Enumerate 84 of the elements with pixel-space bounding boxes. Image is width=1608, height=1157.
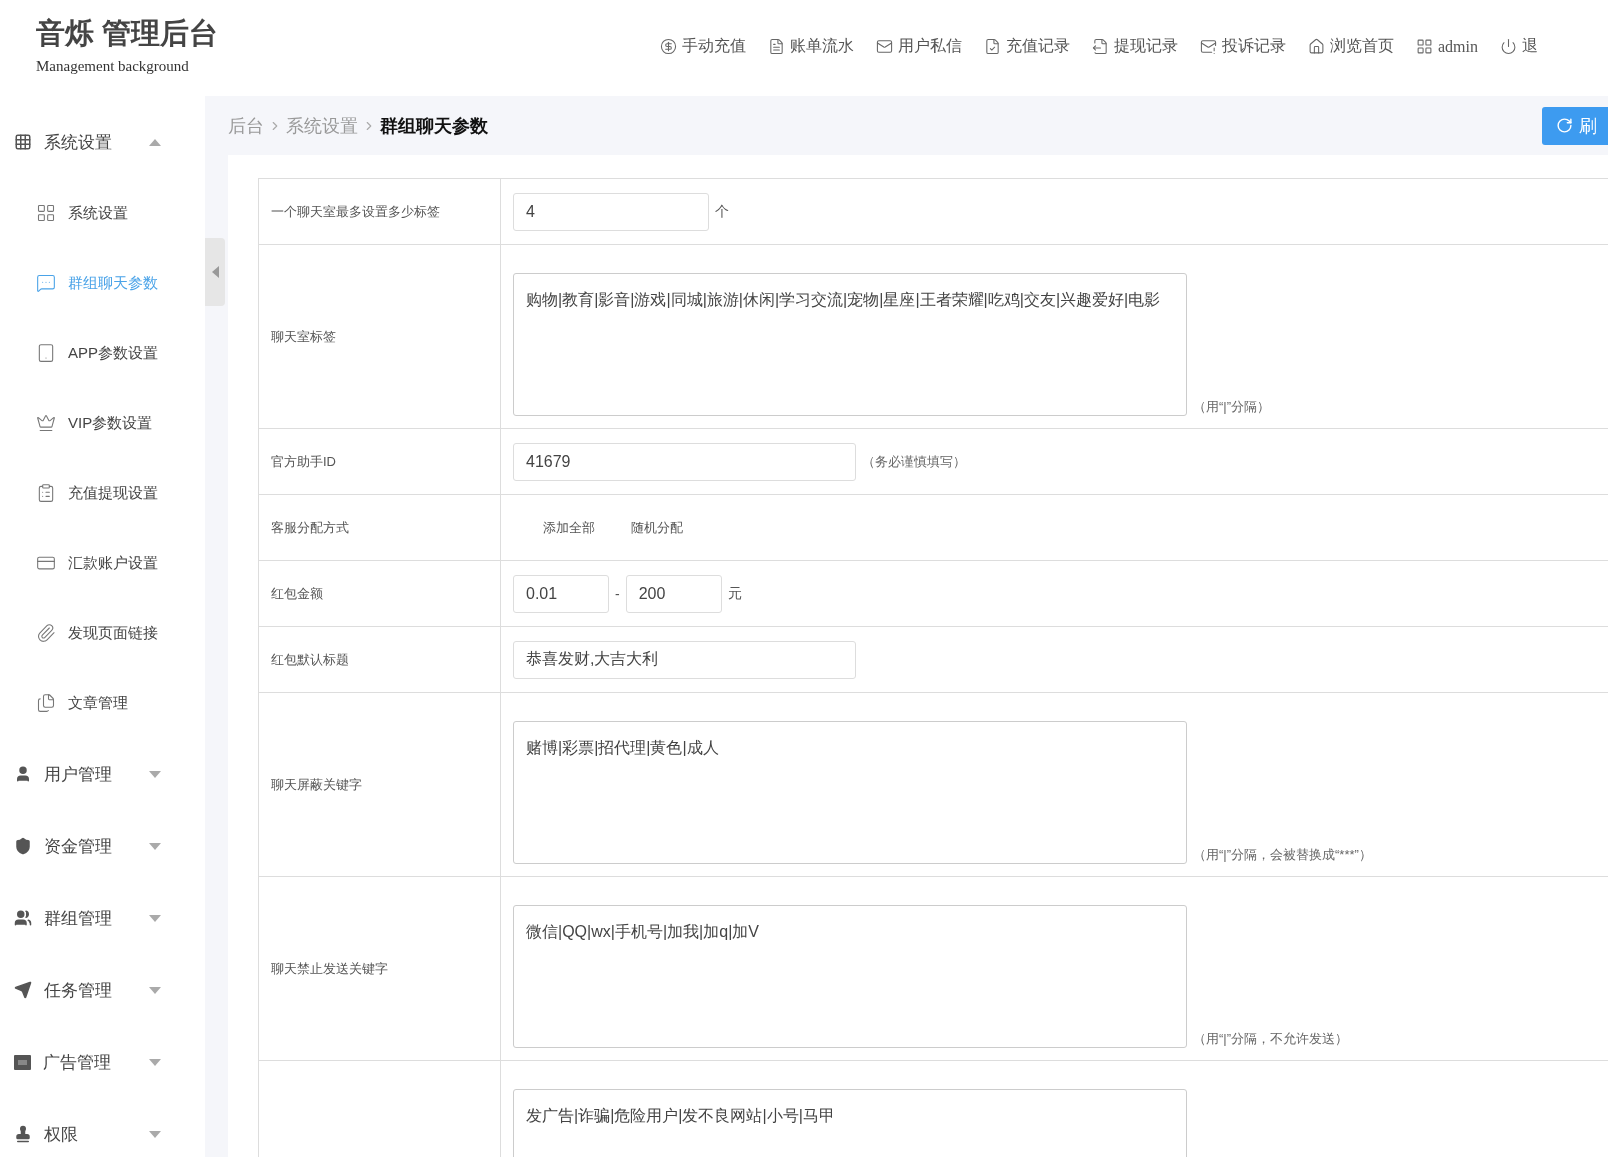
sidebar-item[interactable]: 文章管理 (0, 668, 205, 738)
group-icon (14, 1054, 31, 1070)
sidebar-group[interactable]: 广告管理 (0, 1026, 205, 1098)
nav-icon (660, 38, 677, 55)
group-label: 权限 (44, 1123, 78, 1146)
text-area[interactable]: 发广告|诈骗|危险用户|发不良网站|小号|马甲 (513, 1089, 1187, 1157)
group-label: 群组管理 (44, 907, 112, 930)
field-label: 官方助手ID (259, 429, 501, 494)
sidebar-item[interactable]: 汇款账户设置 (0, 528, 205, 598)
text-field[interactable]: 41679 (513, 442, 856, 481)
sidebar-group[interactable]: 用户管理 (0, 738, 205, 810)
text-area[interactable]: 微信|QQ|wx|手机号|加我|加q|加V (513, 905, 1187, 1048)
option-label[interactable]: 随机分配 (631, 518, 683, 537)
sidebar-group[interactable]: 任务管理 (0, 954, 205, 1026)
group-label: 任务管理 (44, 979, 112, 1002)
text-area[interactable]: 购物|教育|影音|游戏|同城|旅游|休闲|学习交流|宠物|星座|王者荣耀|吃鸡|交友|兴趣爱好|电影 (513, 273, 1187, 416)
group-label: 系统设置 (44, 131, 112, 154)
breadcrumb-item: 群组聊天参数 (380, 114, 488, 138)
nav-icon (1092, 38, 1109, 55)
sidebar-item[interactable]: 充值提现设置 (0, 458, 205, 528)
text-area[interactable]: 赌博|彩票|招代理|黄色|成人 (513, 721, 1187, 864)
field-label: 红包金额 (259, 561, 501, 626)
sidebar-item[interactable]: APP参数设置 (0, 318, 205, 388)
unit-label: 元 (727, 584, 742, 603)
sidebar-item[interactable]: 系统设置 (0, 178, 205, 248)
sidebar-group[interactable]: 群组管理 (0, 882, 205, 954)
group-icon (14, 909, 32, 927)
nav-icon (876, 38, 893, 55)
nav-link[interactable]: 退 (1500, 36, 1538, 57)
unit-label: 个 (715, 202, 729, 221)
collapse-tab[interactable] (205, 238, 225, 306)
nav-icon (1416, 38, 1433, 55)
menu-icon (36, 483, 56, 503)
number-field[interactable]: 0.01 (513, 574, 609, 613)
logo-subtitle: Management background (36, 58, 190, 75)
nav-link[interactable]: 提现记录 (1092, 36, 1178, 57)
group-icon (14, 837, 32, 855)
nav-icon (1500, 38, 1517, 55)
field-hint: （用“|”分隔，不允许发送） (1193, 1030, 1349, 1048)
nav-icon (984, 38, 1001, 55)
nav-link[interactable]: 投诉记录 (1200, 36, 1286, 57)
option-label[interactable]: 添加全部 (543, 518, 595, 537)
text-field[interactable]: 恭喜发财,大吉大利 (513, 640, 856, 679)
sidebar-group[interactable]: 系统设置 (0, 106, 205, 178)
group-label: 资金管理 (44, 835, 112, 858)
menu-icon (36, 343, 56, 363)
menu-icon (36, 623, 56, 643)
field-hint: （务必谨慎填写） (862, 452, 966, 471)
number-field[interactable]: 200 (625, 574, 722, 613)
group-icon (14, 981, 32, 999)
nav-icon (1308, 38, 1325, 55)
field-label: 聊天禁止发送关键字 (259, 877, 501, 1060)
field-label: 红包默认标题 (259, 627, 501, 692)
field-label: 一个聊天室最多设置多少标签 (259, 179, 501, 244)
nav-link[interactable]: 账单流水 (768, 36, 854, 57)
nav-link[interactable]: 充值记录 (984, 36, 1070, 57)
field-hint: （用“|”分隔，会被替换成“***”） (1193, 846, 1372, 864)
nav-link[interactable]: 手动充值 (660, 36, 746, 57)
field-label: 聊天屏蔽关键字 (259, 693, 501, 876)
sidebar-group[interactable]: 权限 (0, 1098, 205, 1157)
field-label: 客服分配方式 (259, 495, 501, 560)
range-separator: - (615, 585, 620, 602)
group-icon (14, 133, 32, 151)
group-label: 广告管理 (43, 1051, 111, 1074)
refresh-icon (1556, 117, 1573, 134)
group-icon (14, 765, 32, 783)
menu-icon (36, 203, 56, 223)
field-label: 聊天室标签 (259, 245, 501, 428)
group-label: 用户管理 (44, 763, 112, 786)
sidebar-item[interactable]: VIP参数设置 (0, 388, 205, 458)
menu-icon (36, 413, 56, 433)
number-field[interactable]: 4 (513, 192, 709, 231)
menu-icon (36, 693, 56, 713)
field-hint: （用“|”分隔） (1193, 398, 1271, 416)
nav-link[interactable]: 用户私信 (876, 36, 962, 57)
nav-link[interactable]: 浏览首页 (1308, 36, 1394, 57)
menu-icon (36, 273, 56, 293)
sidebar-group[interactable]: 资金管理 (0, 810, 205, 882)
nav-icon (768, 38, 785, 55)
sidebar-item[interactable]: 发现页面链接 (0, 598, 205, 668)
logo-title: 音烁 管理后台 (36, 16, 220, 51)
nav-icon (1200, 38, 1217, 55)
group-icon (14, 1125, 32, 1143)
nav-link[interactable]: admin (1416, 36, 1478, 57)
